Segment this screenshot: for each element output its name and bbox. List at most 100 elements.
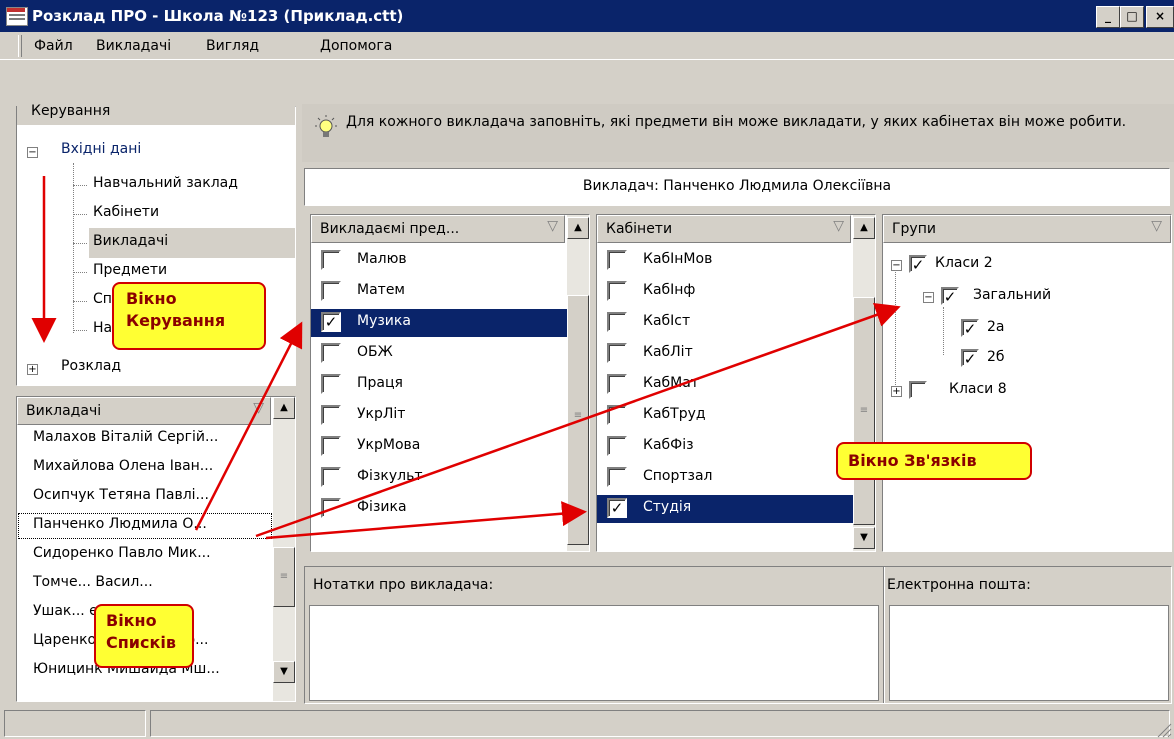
scroll-up-button[interactable]: ▲ [853,217,875,239]
subject-row[interactable]: УкрЛіт [311,402,567,430]
checkbox[interactable] [607,436,627,456]
checkbox[interactable] [607,250,627,270]
teacher-row[interactable]: Сидоренко Павло Мик... [17,541,273,569]
subject-row[interactable]: Фізика [311,495,567,523]
room-row[interactable]: КабЛіт [597,340,853,368]
expand-toggle-class2[interactable]: − [891,260,902,271]
room-row[interactable]: КабТруд [597,402,853,430]
group-class2[interactable]: Класи 2 [935,255,993,271]
close-button[interactable]: × [1146,6,1174,28]
checkbox[interactable] [321,498,341,518]
checkbox[interactable] [607,281,627,301]
checkbox[interactable] [607,312,627,332]
tree-item-subjects[interactable]: Предмети [93,262,167,278]
resize-grip-icon[interactable] [1156,722,1172,738]
menu-help[interactable]: Допомога [320,38,392,54]
room-row[interactable]: КабМат [597,371,853,399]
menu-teachers[interactable]: Викладачі [96,38,171,54]
filter-icon[interactable]: ▽ [1151,218,1162,234]
subject-row[interactable]: ОБЖ [311,340,567,368]
teacher-row[interactable]: Панченко Людмила О... [17,512,273,540]
checkbox[interactable] [321,250,341,270]
room-row[interactable]: ✓ Студія [597,495,853,523]
menu-file[interactable]: Файл [34,38,73,54]
teacher-row[interactable]: Томче... Васил... [17,570,273,598]
subject-row[interactable]: ✓ Музика [311,309,567,337]
notes-field[interactable] [309,605,879,701]
checkbox[interactable]: ✓ [321,312,341,332]
tree-item-sp[interactable]: Сп [93,291,112,307]
tree-item-na[interactable]: На [93,320,112,336]
rooms-list: Кабінети ▽ КабІнМов КабІнф КабІст КабЛіт КабМ… [596,214,876,552]
email-field[interactable] [889,605,1169,701]
checkbox-class8[interactable] [909,381,927,399]
checkbox[interactable]: ✓ [607,498,627,518]
tree-item-inputs[interactable]: Вхідні дані [61,141,141,157]
checkbox[interactable] [607,343,627,363]
group-class8[interactable]: Класи 8 [949,381,1007,397]
item-label: Фізика [357,499,407,515]
subject-row[interactable]: Праця [311,371,567,399]
group-general[interactable]: Загальний [973,287,1051,303]
subject-row[interactable]: Малюв [311,247,567,275]
checkbox[interactable] [607,467,627,487]
expand-toggle-class8[interactable]: + [891,386,902,397]
scroll-thumb[interactable]: ≡ [273,547,295,607]
subjects-scrollbar[interactable]: ▲ ≡ [567,215,589,551]
expand-toggle-inputs[interactable]: − [27,147,38,158]
room-row[interactable]: КабФіз [597,433,853,461]
subjects-list-header[interactable]: Викладаємі пред... ▽ [311,215,565,243]
scroll-up-button[interactable]: ▲ [273,397,295,419]
menu-view[interactable]: Вигляд [206,38,259,54]
teacher-row[interactable]: Малахов Віталій Сергій... [17,425,273,453]
teacher-row[interactable]: Осипчук Тетяна Павлі... [17,483,273,511]
checkbox[interactable] [607,405,627,425]
teacher-row[interactable]: Михайлова Олена Іван... [17,454,273,482]
room-row[interactable]: КабІнф [597,278,853,306]
tree-item-teachers[interactable]: Викладачі [93,233,168,249]
checkbox[interactable] [321,343,341,363]
checkbox-class2[interactable]: ✓ [909,255,927,273]
rooms-scrollbar[interactable]: ▲ ≡ ▼ [853,215,875,551]
checkbox[interactable] [321,436,341,456]
scroll-thumb[interactable]: ≡ [567,295,589,545]
filter-icon[interactable]: ▽ [547,218,558,234]
expand-toggle-general[interactable]: − [923,292,934,303]
room-row[interactable]: КабІнМов [597,247,853,275]
item-label: Малюв [357,251,407,267]
splitter[interactable] [883,567,885,703]
status-bar [0,706,1174,739]
tree-item-schedule[interactable]: Розклад [61,358,121,374]
subject-row[interactable]: Фізкульт [311,464,567,492]
checkbox[interactable] [321,374,341,394]
subject-row[interactable]: УкрМова [311,433,567,461]
checkbox[interactable] [321,405,341,425]
filter-icon[interactable]: ▽ [833,218,844,234]
tree-item-institution[interactable]: Навчальний заклад [93,175,238,191]
scroll-down-button[interactable]: ▼ [853,527,875,549]
scroll-thumb[interactable]: ≡ [853,297,875,525]
expand-toggle-schedule[interactable]: + [27,364,38,375]
subject-row[interactable]: Матем [311,278,567,306]
scroll-down-button[interactable]: ▼ [273,661,295,683]
lightbulb-icon [315,115,337,137]
group-2a[interactable]: 2а [987,319,1005,335]
checkbox[interactable] [321,467,341,487]
checkbox-2b[interactable]: ✓ [961,349,979,367]
rooms-list-header[interactable]: Кабінети ▽ [597,215,851,243]
minimize-button[interactable]: _ [1096,6,1120,28]
room-row[interactable]: КабІст [597,309,853,337]
groups-header[interactable]: Групи ▽ [883,215,1171,243]
room-row[interactable]: Спортзал [597,464,853,492]
filter-icon[interactable]: ▽ [253,400,264,416]
checkbox-general[interactable]: ✓ [941,287,959,305]
checkbox-2a[interactable]: ✓ [961,319,979,337]
tree-item-rooms[interactable]: Кабінети [93,204,159,220]
checkbox[interactable] [321,281,341,301]
teachers-list-header[interactable]: Викладачі ▽ [17,397,271,425]
group-2b[interactable]: 2б [987,349,1005,365]
maximize-button[interactable]: □ [1120,6,1144,28]
teachers-scrollbar[interactable]: ▲ ≡ ▼ [273,397,295,701]
scroll-up-button[interactable]: ▲ [567,217,589,239]
checkbox[interactable] [607,374,627,394]
